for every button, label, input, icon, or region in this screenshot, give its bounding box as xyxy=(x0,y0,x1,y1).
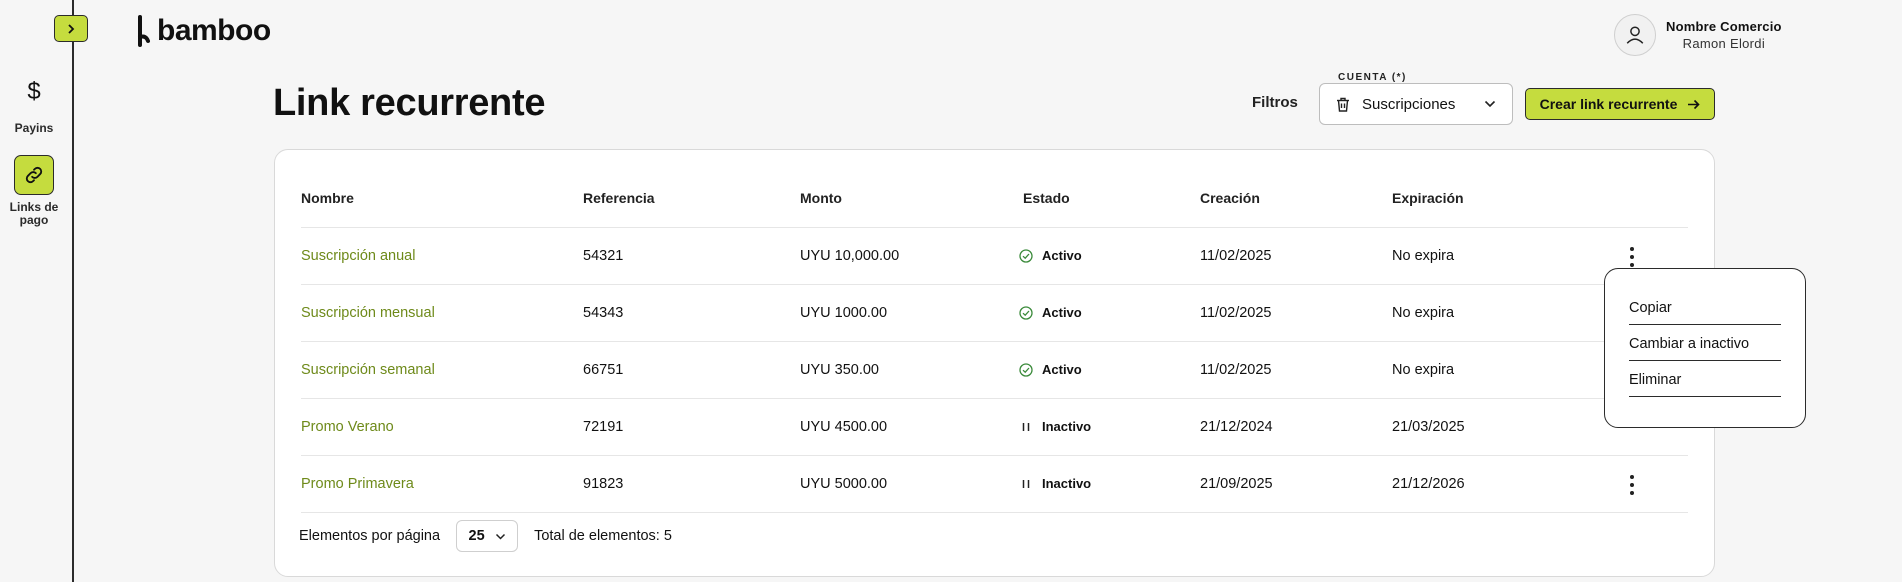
more-options-icon[interactable] xyxy=(1622,246,1642,268)
sidebar-toggle-button[interactable] xyxy=(54,15,88,42)
logo[interactable]: bamboo xyxy=(137,14,271,48)
arrow-right-icon xyxy=(1688,99,1700,109)
sidebar-item-label: Payins xyxy=(14,121,54,135)
create-button-label: Crear link recurrente xyxy=(1539,96,1678,112)
status-badge: Activo xyxy=(1019,248,1082,263)
logo-text: bamboo xyxy=(157,14,271,47)
reference-cell: 91823 xyxy=(583,476,624,492)
link-name[interactable]: Promo Verano xyxy=(301,419,394,435)
user-icon xyxy=(1626,26,1644,44)
status-badge: Activo xyxy=(1019,362,1082,377)
chevron-down-icon xyxy=(495,533,505,540)
created-cell: 21/12/2024 xyxy=(1200,419,1273,435)
menu-item-delete[interactable]: Eliminar xyxy=(1629,365,1781,397)
status-label: Inactivo xyxy=(1042,476,1092,491)
bamboo-logo-icon xyxy=(138,15,150,47)
status-badge: Activo xyxy=(1019,305,1082,320)
account-select-label: CUENTA (*) xyxy=(1334,72,1411,83)
link-icon xyxy=(14,155,54,195)
account-select[interactable]: Suscripciones xyxy=(1319,83,1513,125)
sidebar-item-links-de-pago[interactable]: Links de pago xyxy=(0,155,68,227)
status-label: Activo xyxy=(1042,305,1082,320)
check-circle-icon xyxy=(1019,362,1033,377)
column-header-monto[interactable]: Monto xyxy=(800,190,842,206)
check-circle-icon xyxy=(1019,305,1033,320)
more-options-icon[interactable] xyxy=(1622,474,1642,496)
filters-label: Filtros xyxy=(1252,94,1298,111)
pause-icon xyxy=(1022,479,1030,488)
pause-icon xyxy=(1022,422,1030,431)
table-row: Promo Primavera 91823 UYU 5000.00 Inacti… xyxy=(301,456,1688,513)
amount-cell: UYU 10,000.00 xyxy=(800,248,900,264)
per-page-select[interactable]: 25 xyxy=(456,520,519,552)
amount-cell: UYU 350.00 xyxy=(800,362,879,378)
column-header-estado[interactable]: Estado xyxy=(1023,190,1070,206)
column-header-expiracion[interactable]: Expiración xyxy=(1392,190,1464,206)
column-header-nombre[interactable]: Nombre xyxy=(301,190,354,206)
avatar xyxy=(1614,14,1656,56)
table-header: Nombre Referencia Monto Estado Creación … xyxy=(301,190,1688,228)
column-header-referencia[interactable]: Referencia xyxy=(583,190,655,206)
table-row: Suscripción semanal 66751 UYU 350.00 Act… xyxy=(301,342,1688,399)
user-menu[interactable]: Nombre Comercio Ramon Elordi xyxy=(1614,14,1782,56)
user-name: Ramon Elordi xyxy=(1682,36,1766,51)
table-row: Suscripción mensual 54343 UYU 1000.00 Ac… xyxy=(301,285,1688,342)
user-company: Nombre Comercio xyxy=(1666,19,1782,34)
menu-item-copy[interactable]: Copiar xyxy=(1629,293,1781,325)
created-cell: 11/02/2025 xyxy=(1200,248,1272,264)
amount-cell: UYU 5000.00 xyxy=(800,476,888,492)
created-cell: 11/02/2025 xyxy=(1200,362,1272,378)
column-header-creacion[interactable]: Creación xyxy=(1200,190,1260,206)
chevron-right-icon xyxy=(68,23,75,34)
status-label: Inactivo xyxy=(1042,419,1092,434)
sidebar-item-payins[interactable]: $ Payins xyxy=(0,72,68,135)
sidebar: $ Payins Links de pago xyxy=(0,0,74,582)
sidebar-item-label: Links de pago xyxy=(9,200,59,227)
status-label: Activo xyxy=(1042,248,1082,263)
reference-cell: 54321 xyxy=(583,248,624,264)
status-badge: Inactivo xyxy=(1019,419,1091,434)
page-title: Link recurrente xyxy=(273,82,546,124)
chevron-down-icon xyxy=(1484,100,1496,108)
dollar-icon: $ xyxy=(27,78,41,105)
links-table-card: Nombre Referencia Monto Estado Creación … xyxy=(274,149,1715,577)
table-row: Promo Verano 72191 UYU 4500.00 Inactivo … xyxy=(301,399,1688,456)
amount-cell: UYU 1000.00 xyxy=(800,305,888,321)
account-select-value: Suscripciones xyxy=(1362,95,1456,113)
link-name[interactable]: Suscripción semanal xyxy=(301,362,435,378)
status-label: Activo xyxy=(1042,362,1082,377)
create-recurring-link-button[interactable]: Crear link recurrente xyxy=(1525,88,1715,120)
amount-cell: UYU 4500.00 xyxy=(800,419,888,435)
link-name[interactable]: Suscripción anual xyxy=(301,248,415,264)
check-circle-icon xyxy=(1019,248,1033,263)
expires-cell: 21/12/2026 xyxy=(1392,476,1465,492)
menu-item-set-inactive[interactable]: Cambiar a inactivo xyxy=(1629,329,1781,361)
reference-cell: 66751 xyxy=(583,362,624,378)
row-actions-menu: Copiar Cambiar a inactivo Eliminar xyxy=(1604,268,1806,428)
reference-cell: 54343 xyxy=(583,305,624,321)
expires-cell: No expira xyxy=(1392,362,1455,378)
created-cell: 11/02/2025 xyxy=(1200,305,1272,321)
created-cell: 21/09/2025 xyxy=(1200,476,1273,492)
table-footer: Elementos por página 25 Total de element… xyxy=(299,520,672,552)
per-page-label: Elementos por página xyxy=(299,528,441,544)
expires-cell: No expira xyxy=(1392,248,1455,264)
per-page-value: 25 xyxy=(468,528,485,544)
link-name[interactable]: Suscripción mensual xyxy=(301,305,435,321)
expires-cell: 21/03/2025 xyxy=(1392,419,1465,435)
trash-icon xyxy=(1337,97,1349,112)
table-row: Suscripción anual 54321 UYU 10,000.00 Ac… xyxy=(301,228,1688,285)
expires-cell: No expira xyxy=(1392,305,1455,321)
link-name[interactable]: Promo Primavera xyxy=(301,476,414,492)
status-badge: Inactivo xyxy=(1019,476,1091,491)
total-count: Total de elementos: 5 xyxy=(534,528,672,544)
reference-cell: 72191 xyxy=(583,419,624,435)
